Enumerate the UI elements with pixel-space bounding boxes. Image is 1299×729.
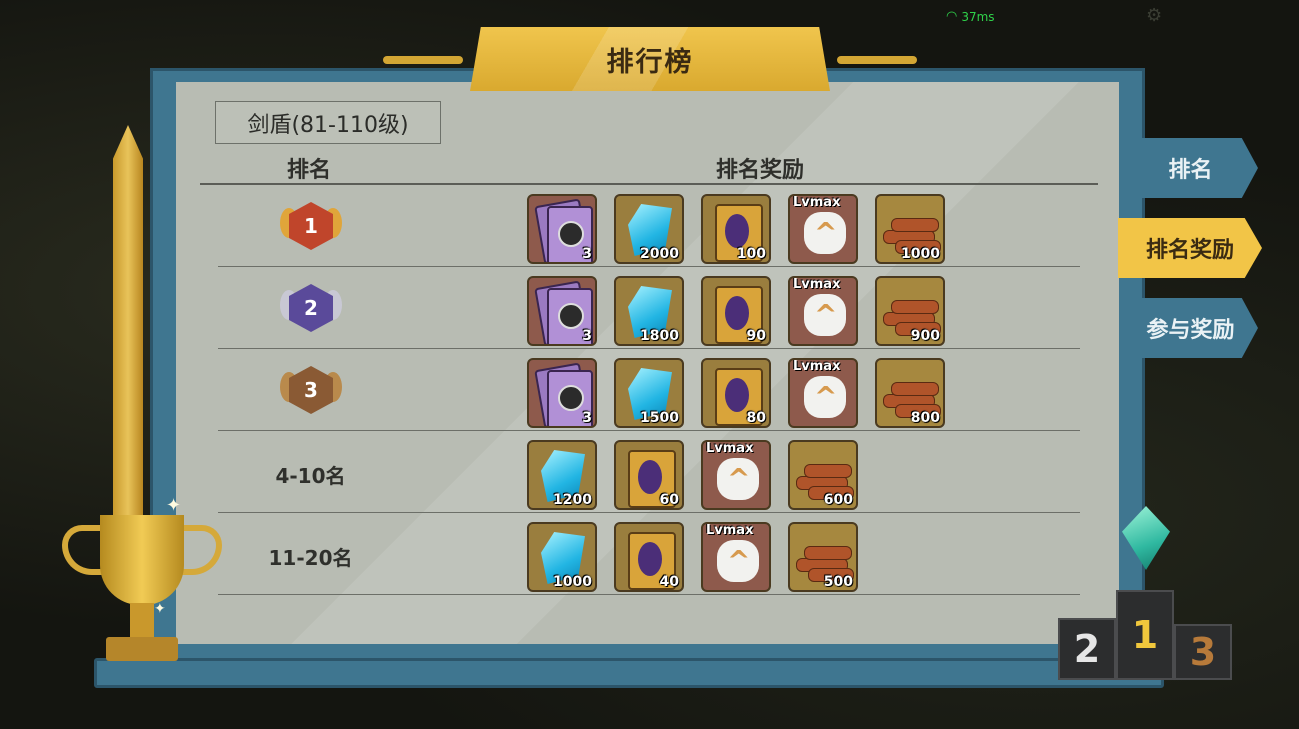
sparkle-icon: ✦	[166, 495, 182, 516]
item-count: 900	[910, 328, 940, 344]
item-count: 80	[746, 410, 766, 426]
podium-second: 2	[1058, 618, 1116, 680]
rank-label: 4-10名	[275, 464, 346, 488]
wifi-icon: ◠	[946, 9, 958, 24]
rank-number: 1	[289, 202, 333, 250]
reward-item[interactable]: 600	[788, 440, 858, 510]
reward-item[interactable]: 90	[701, 276, 771, 346]
podium-decoration: 2 1 3	[1058, 585, 1233, 680]
item-count: 500	[823, 574, 853, 590]
reward-item[interactable]: Lvmax	[788, 276, 858, 346]
silver-medal-icon: 2	[276, 278, 346, 338]
item-count: 800	[910, 410, 940, 426]
reward-item[interactable]: 60	[614, 440, 684, 510]
page-title: 排行榜	[606, 46, 694, 78]
reward-item[interactable]: 1500	[614, 358, 684, 428]
reward-items: 1000 40 Lvmax 500	[527, 522, 858, 592]
reward-row: 3 3 1500 80 Lvmax 800	[218, 350, 1080, 431]
tab-participation-rewards[interactable]: 参与奖励	[1123, 298, 1258, 358]
reward-item[interactable]: 1000	[527, 522, 597, 592]
sparkle-icon: ✦	[154, 601, 166, 617]
item-count: 1200	[553, 492, 592, 508]
reward-item[interactable]: 100	[701, 194, 771, 264]
item-count: 90	[746, 328, 766, 344]
reward-item[interactable]: Lvmax	[788, 358, 858, 428]
reward-row: 4-10名 1200 60 Lvmax 600	[218, 432, 1080, 513]
network-status: ◠ 37ms	[946, 9, 995, 24]
reward-column-header: 排名奖励	[716, 158, 805, 183]
item-count: 2000	[640, 246, 679, 262]
ping-text: 37ms	[961, 9, 995, 24]
rank-column-header: 排名	[287, 158, 332, 183]
tab-ranking[interactable]: 排名	[1123, 138, 1258, 198]
reward-items: 1200 60 Lvmax 600	[527, 440, 858, 510]
reward-items: 3 2000 100 Lvmax 1000	[527, 194, 945, 264]
rank-number: 3	[289, 366, 333, 414]
item-count: 1500	[640, 410, 679, 426]
rank-number: 2	[289, 284, 333, 332]
reward-item[interactable]: 900	[875, 276, 945, 346]
reward-item[interactable]: 1800	[614, 276, 684, 346]
tab-ranking-rewards-label: 排名奖励	[1145, 238, 1234, 263]
item-count: 100	[736, 246, 766, 262]
max-level-tag: Lvmax	[793, 359, 841, 374]
item-count: 1000	[901, 246, 940, 262]
max-level-tag: Lvmax	[706, 441, 754, 456]
podium-first: 1	[1116, 590, 1174, 680]
max-level-tag: Lvmax	[793, 195, 841, 210]
item-count: 1800	[640, 328, 679, 344]
bronze-medal-icon: 3	[276, 360, 346, 420]
category-selector[interactable]: 剑盾(81-110级)	[215, 101, 441, 144]
reward-item[interactable]: 1200	[527, 440, 597, 510]
reward-row: 1 3 2000 100 Lvmax 1000	[218, 186, 1080, 267]
item-count: 3	[582, 246, 592, 262]
gold-medal-icon: 1	[276, 196, 346, 256]
reward-items: 3 1800 90 Lvmax 900	[527, 276, 945, 346]
reward-item[interactable]: 500	[788, 522, 858, 592]
tab-participation-rewards-label: 参与奖励	[1146, 318, 1235, 343]
reward-item[interactable]: 80	[701, 358, 771, 428]
sword-decoration	[113, 125, 143, 545]
reward-item[interactable]: Lvmax	[701, 440, 771, 510]
item-count: 1000	[553, 574, 592, 590]
reward-row: 2 3 1800 90 Lvmax 900	[218, 268, 1080, 349]
reward-item[interactable]: 2000	[614, 194, 684, 264]
reward-item[interactable]: 40	[614, 522, 684, 592]
header-divider	[200, 183, 1098, 185]
item-count: 40	[659, 574, 679, 590]
rank-label: 11-20名	[268, 546, 353, 570]
reward-item[interactable]: Lvmax	[788, 194, 858, 264]
reward-item[interactable]: 1000	[875, 194, 945, 264]
reward-item[interactable]: Lvmax	[701, 522, 771, 592]
max-level-tag: Lvmax	[793, 277, 841, 292]
title-banner: 排行榜	[470, 27, 830, 91]
item-count: 3	[582, 410, 592, 426]
podium-third: 3	[1174, 624, 1232, 680]
reward-item[interactable]: 3	[527, 358, 597, 428]
reward-row: 11-20名 1000 40 Lvmax 500	[218, 514, 1080, 595]
banner-crossguard-left	[383, 56, 463, 64]
reward-item[interactable]: 3	[527, 194, 597, 264]
frame-bottom-bar	[94, 658, 1164, 688]
max-level-tag: Lvmax	[706, 523, 754, 538]
reward-items: 3 1500 80 Lvmax 800	[527, 358, 945, 428]
item-count: 60	[659, 492, 679, 508]
reward-item[interactable]: 800	[875, 358, 945, 428]
item-count: 600	[823, 492, 853, 508]
banner-crossguard-right	[837, 56, 917, 64]
settings-icon[interactable]: ⚙	[1146, 5, 1162, 26]
reward-item[interactable]: 3	[527, 276, 597, 346]
item-count: 3	[582, 328, 592, 344]
tab-ranking-rewards[interactable]: 排名奖励	[1118, 218, 1262, 278]
tab-ranking-label: 排名	[1168, 158, 1213, 183]
trophy-icon: ✦ ✦	[62, 495, 222, 665]
